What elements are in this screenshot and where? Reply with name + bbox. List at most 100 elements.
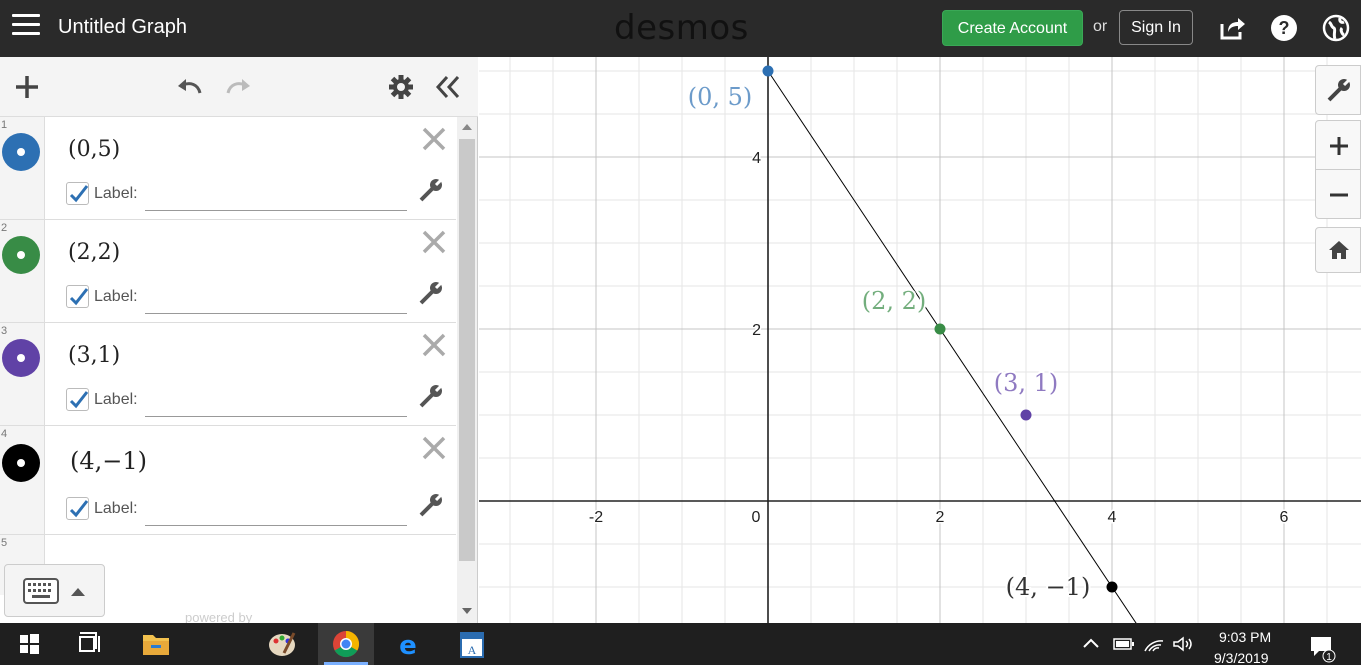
zoom-out-button[interactable] [1315,169,1361,219]
minus-icon [1330,193,1348,197]
label-checkbox[interactable] [66,388,89,411]
point-color-icon[interactable] [2,339,40,377]
label-input[interactable] [145,210,407,211]
volume-icon[interactable] [1172,635,1194,653]
access-app-icon[interactable]: A [448,623,496,665]
svg-text:A: A [468,643,477,657]
x-tick-label: 0 [752,509,761,526]
zoom-in-button[interactable] [1315,120,1361,170]
point-color-icon[interactable] [2,133,40,171]
graph-point [934,323,946,335]
label-text: Label: [94,500,138,517]
expression-math[interactable]: (0,5) [68,137,120,162]
expression-item[interactable]: 4 (4,−1) Label: [0,426,456,535]
notification-count: 1 [1326,652,1332,663]
chrome-icon [324,630,368,665]
label-text: Label: [94,185,138,202]
collapse-panel-icon[interactable] [434,73,462,101]
graph-point [1020,409,1032,421]
expression-math[interactable]: (4,−1) [70,447,147,475]
taskbar-time[interactable]: 9:03 PM [1219,629,1271,645]
expression-number: 3 [1,325,8,337]
default-view-button[interactable] [1315,227,1361,273]
battery-icon[interactable] [1113,637,1135,651]
sign-in-button[interactable]: Sign In [1119,10,1193,45]
graph-paper[interactable]: -2 0 2 4 6 4 2 (0, 5) (2, 2) (3, 1) (4, −1) [479,57,1361,623]
file-explorer-icon[interactable] [132,623,180,665]
edge-icon[interactable]: e [384,623,432,665]
label-checkbox[interactable] [66,285,89,308]
expression-math[interactable]: (3,1) [68,343,120,368]
delete-expression-icon[interactable] [421,435,447,461]
show-hidden-icons-icon[interactable] [1083,637,1099,649]
top-bar: Untitled Graph desmos Create Account or … [0,0,1361,57]
expression-number: 5 [1,537,8,549]
label-input[interactable] [145,525,407,526]
caret-up-icon [71,588,85,596]
redo-icon[interactable] [224,73,252,101]
hamburger-menu-icon[interactable] [12,14,40,40]
windows-start-icon[interactable] [4,623,52,665]
delete-expression-icon[interactable] [421,332,447,358]
expression-item[interactable]: 1 (0,5) Label: [0,117,456,220]
point-color-icon[interactable] [2,236,40,274]
checkmark-icon [69,391,89,409]
language-globe-icon[interactable] [1322,14,1350,42]
x-tick-label: 2 [936,509,945,526]
delete-expression-icon[interactable] [421,229,447,255]
graph-point [762,65,774,77]
checkmark-icon [69,500,89,518]
panel-toolbar [0,57,478,117]
wrench-icon[interactable] [418,280,444,306]
wrench-icon[interactable] [418,177,444,203]
svg-text:?: ? [1279,18,1290,38]
label-text: Label: [94,391,138,408]
notifications-icon[interactable]: 1 [1309,635,1339,663]
expression-scrollbar[interactable] [457,117,477,623]
paint-icon[interactable] [258,623,306,665]
graph-point [1106,581,1118,593]
graph-settings-button[interactable] [1315,65,1361,115]
expression-math[interactable]: (2,2) [68,240,120,265]
label-input[interactable] [145,313,407,314]
or-text: or [1093,18,1108,35]
x-tick-label: 4 [1108,509,1117,526]
wrench-icon[interactable] [418,492,444,518]
line-segment [767,70,1137,623]
keyboard-toggle-button[interactable] [4,564,105,617]
share-icon[interactable] [1218,14,1246,42]
label-checkbox[interactable] [66,182,89,205]
taskbar-date[interactable]: 9/3/2019 [1214,650,1269,666]
point-label: (3, 1) [994,369,1059,397]
y-tick-label: 4 [752,150,761,167]
chrome-taskbar-item[interactable] [318,623,374,665]
expression-item[interactable]: 2 (2,2) Label: [0,220,456,323]
point-color-icon[interactable] [2,444,40,482]
point-label: (4, −1) [1006,573,1091,601]
task-view-icon[interactable] [66,623,114,665]
scroll-down-icon[interactable] [461,607,473,615]
x-tick-label: -2 [589,509,603,526]
home-icon [1329,241,1349,259]
expression-list: 1 (0,5) Label: 2 (2,2) Label: 3 (3,1) La… [0,117,456,595]
expression-number: 4 [1,428,8,440]
plus-icon [1330,137,1348,155]
help-icon[interactable]: ? [1270,14,1298,42]
scroll-thumb[interactable] [459,139,475,561]
settings-gear-icon[interactable] [387,73,415,101]
expression-number: 2 [1,222,8,234]
create-account-button[interactable]: Create Account [942,10,1083,46]
delete-expression-icon[interactable] [421,126,447,152]
expression-panel: 1 (0,5) Label: 2 (2,2) Label: 3 (3,1) La… [0,57,478,625]
label-checkbox[interactable] [66,497,89,520]
undo-icon[interactable] [176,73,204,101]
keyboard-icon [23,578,59,604]
expression-item[interactable]: 3 (3,1) Label: [0,323,456,426]
graph-title[interactable]: Untitled Graph [58,16,187,39]
label-input[interactable] [145,416,407,417]
wifi-icon[interactable] [1143,635,1165,653]
wrench-icon[interactable] [418,383,444,409]
scroll-up-icon[interactable] [461,123,473,131]
graph-canvas[interactable]: -2 0 2 4 6 4 2 (0, 5) (2, 2) (3, 1) (4, −1) [479,57,1361,623]
add-item-icon[interactable] [13,73,41,101]
